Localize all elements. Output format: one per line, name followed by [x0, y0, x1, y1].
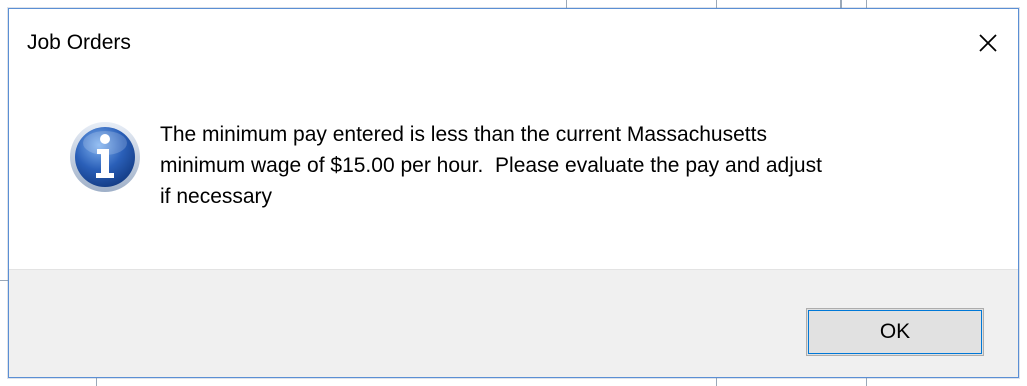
background-gridline — [566, 0, 567, 8]
dialog-content: The minimum pay entered is less than the… — [9, 83, 1018, 272]
ok-button[interactable]: OK — [806, 308, 984, 356]
background-gridline — [840, 0, 842, 8]
title-bar[interactable]: Job Orders — [9, 9, 1018, 83]
button-bar: OK — [9, 269, 1018, 377]
message-dialog: Job Orders The minimum pay entered is le… — [8, 8, 1019, 378]
message-line: The minimum pay entered is less than the… — [160, 123, 767, 146]
background-gridline — [716, 0, 717, 8]
background-gridline — [0, 280, 8, 281]
background-gridline — [866, 0, 867, 8]
message-line: minimum wage of $15.00 per hour. Please … — [160, 154, 822, 177]
message-text: The minimum pay entered is less than the… — [160, 119, 960, 212]
dialog-title: Job Orders — [27, 31, 131, 54]
background-gridline — [866, 378, 867, 386]
close-button[interactable] — [968, 23, 1008, 63]
background-gridline — [716, 378, 717, 386]
background-gridline — [96, 378, 97, 386]
close-icon — [979, 34, 997, 52]
info-icon — [70, 122, 140, 192]
message-line: if necessary — [160, 185, 273, 208]
